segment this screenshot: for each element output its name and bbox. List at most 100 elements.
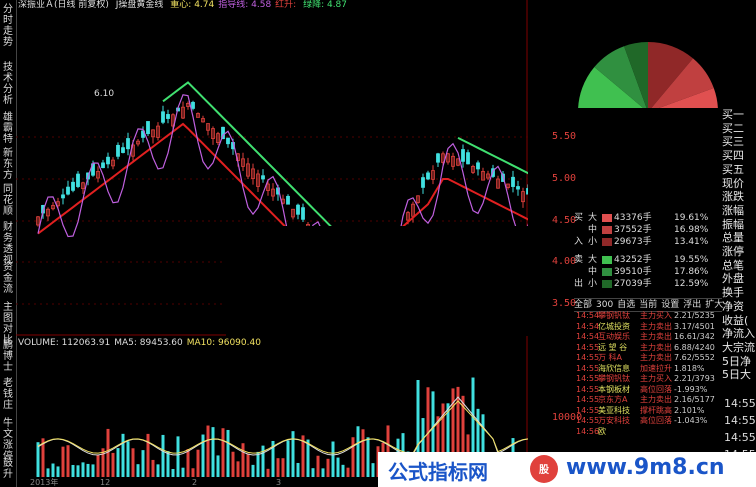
radar-row[interactable]: 14:55 万安科技 高位回落 -1.043%: [574, 416, 722, 427]
quote-field-19[interactable]: 5日大: [722, 368, 756, 382]
left-tab-4[interactable]: 同花顺: [1, 184, 15, 217]
volume-bar: [266, 468, 270, 477]
radar-stock: 美亚科技: [598, 405, 630, 415]
left-tab-6[interactable]: 资金流: [1, 262, 15, 295]
volume-bar: [341, 464, 345, 477]
quote-field-10[interactable]: 涨停: [722, 245, 756, 259]
left-tab-3[interactable]: 新东方: [1, 148, 15, 181]
left-tab-10[interactable]: 牛文涨停: [1, 418, 15, 462]
radar-value: 7.62/5552: [674, 353, 715, 362]
kline-chart[interactable]: 6.10 2013年 12 2 3: [16, 0, 528, 487]
volume-bar: [251, 464, 255, 477]
quote-field-14[interactable]: 净资: [722, 300, 756, 314]
radar-op-4[interactable]: 设置: [661, 300, 679, 310]
radar-row[interactable]: 14:54 互动娱乐 主力卖出 16.61/342: [574, 332, 722, 343]
quote-field-2[interactable]: 买三: [722, 135, 756, 149]
flow-side: 入: [574, 237, 584, 247]
left-tab-11[interactable]: 鼓升: [1, 458, 15, 480]
quote-field-17[interactable]: 大宗流: [722, 341, 756, 355]
radar-row[interactable]: 14:55 美亚科技 撑杆跳高 2.101%: [574, 406, 722, 417]
volume-bar: [371, 463, 375, 477]
volume-bar: [121, 433, 125, 477]
volume-bar: [136, 464, 140, 477]
flow-color-swatch: [602, 268, 612, 276]
flow-color-swatch: [602, 238, 612, 246]
quote-field-12[interactable]: 外盘: [722, 272, 756, 286]
volume-bar: [276, 458, 280, 477]
volume-bar: [61, 446, 65, 477]
radar-row[interactable]: 14:54 攀钢钒钛 主力买入 2.21/5235: [574, 311, 722, 322]
quote-field-list[interactable]: 买一 买二 买三 买四 买五 现价 涨跌 涨幅 振幅 总量 涨停 总笔 外盘 换手 净资 收益(净流入 大宗流 5…: [722, 108, 756, 382]
quote-field-15[interactable]: 收益(: [722, 314, 756, 328]
quote-field-13[interactable]: 换手: [722, 286, 756, 300]
flow-color-swatch: [602, 280, 612, 288]
short-term-radar-list[interactable]: 14:54 攀钢钒钛 主力买入 2.21/5235 14:54 亿城投资 主力卖出 3.17/…: [574, 311, 722, 437]
flow-side: 买: [574, 213, 584, 223]
radar-op-5[interactable]: 浮出: [683, 300, 701, 310]
candle-body: [426, 172, 430, 180]
radar-row[interactable]: 14:55 海欣信息 加速拉升 1.818%: [574, 364, 722, 375]
candle-body: [101, 162, 105, 169]
quote-field-3[interactable]: 买四: [722, 149, 756, 163]
radar-op-0[interactable]: 全部: [574, 300, 592, 310]
quote-field-1[interactable]: 买二: [722, 122, 756, 136]
volume-bar: [226, 429, 230, 477]
quote-field-8[interactable]: 振幅: [722, 218, 756, 232]
volume-bar: [91, 464, 95, 477]
left-tab-1[interactable]: 技术分析: [1, 62, 15, 106]
radar-op-1[interactable]: 300: [596, 300, 613, 310]
quote-field-9[interactable]: 总量: [722, 231, 756, 245]
quote-field-5[interactable]: 现价: [722, 177, 756, 191]
radar-toolbar[interactable]: 全部 300 自选 当前 设置 浮出 扩大: [574, 298, 723, 312]
flow-row: 卖大 43252手 19.55%: [574, 254, 722, 266]
left-tab-9[interactable]: 老钱庄: [1, 378, 15, 411]
left-tab-2[interactable]: 雄霸特: [1, 112, 15, 145]
volume-bar: [146, 433, 150, 477]
quote-field-4[interactable]: 买五: [722, 163, 756, 177]
radar-row[interactable]: 14:55 本钢板材 高位回落 -1.993%: [574, 385, 722, 396]
volume-bar: [181, 467, 185, 477]
price-tick: 5.50: [552, 131, 577, 142]
radar-op-6[interactable]: 扩大: [705, 300, 723, 310]
radar-stock: 攀钢钒钛: [598, 311, 630, 320]
left-tab-0[interactable]: 分时走势: [1, 4, 15, 48]
tick-time: 14:55: [724, 397, 756, 410]
radar-row[interactable]: 14:55 万 科A 主力卖出 7.62/5552: [574, 353, 722, 364]
volume-bar: [116, 448, 120, 477]
radar-op-2[interactable]: 自选: [617, 300, 635, 310]
radar-time: 14:54: [576, 332, 600, 341]
radar-row[interactable]: 14:54 亿城投资 主力卖出 3.17/4501: [574, 322, 722, 333]
volume-bar: [366, 437, 370, 477]
price-axis: 5.505.004.504.003.50100005000: [528, 0, 582, 487]
quote-field-0[interactable]: 买一: [722, 108, 756, 122]
quote-field-11[interactable]: 总笔: [722, 259, 756, 273]
candle-body: [511, 176, 515, 187]
left-tab-8[interactable]: 鹏博士: [1, 340, 15, 373]
left-tab-5[interactable]: 财务透视: [1, 222, 15, 266]
quote-field-16[interactable]: 净流入: [722, 327, 756, 341]
left-tab-bar: 分时走势 技术分析 雄霸特 新东方 同花顺 财务透视 资金流 主图对比 鹏博士 老钱庄 牛文涨停 鼓升: [0, 0, 17, 487]
candle-body: [146, 121, 150, 135]
radar-stock: 亿城投资: [598, 321, 630, 331]
candle-body: [161, 111, 165, 123]
radar-time: 14:55: [576, 395, 600, 404]
volume-bar: [141, 450, 145, 477]
flow-row: 中 37552手 16.98%: [574, 224, 722, 236]
sell-flow-table: 卖大 43252手 19.55% 中 39510手 17.86% 出小 27039手 12.59…: [574, 254, 722, 290]
radar-op-3[interactable]: 当前: [639, 300, 657, 310]
quote-field-6[interactable]: 涨跌: [722, 190, 756, 204]
radar-row[interactable]: 14:55 京东方A 主力卖出 2.16/5177: [574, 395, 722, 406]
radar-row[interactable]: 14:55 远 望 谷 主力卖出 6.88/4240: [574, 343, 722, 354]
volume-bar: [346, 467, 350, 477]
flow-row: 买大 43376手 19.61%: [574, 212, 722, 224]
volume-bar: [356, 426, 360, 477]
volume-bar: [131, 448, 135, 477]
flow-side: 卖: [574, 255, 584, 265]
quote-field-7[interactable]: 涨幅: [722, 204, 756, 218]
flow-row: 中 39510手 17.86%: [574, 266, 722, 278]
quote-field-18[interactable]: 5日净: [722, 355, 756, 369]
candle-body: [66, 186, 70, 195]
flow-row: 入小 29673手 13.41%: [574, 236, 722, 248]
radar-row[interactable]: 14:56 欧: [574, 427, 722, 438]
radar-row[interactable]: 14:55 攀钢钒钛 主力买入 2.21/3793: [574, 374, 722, 385]
